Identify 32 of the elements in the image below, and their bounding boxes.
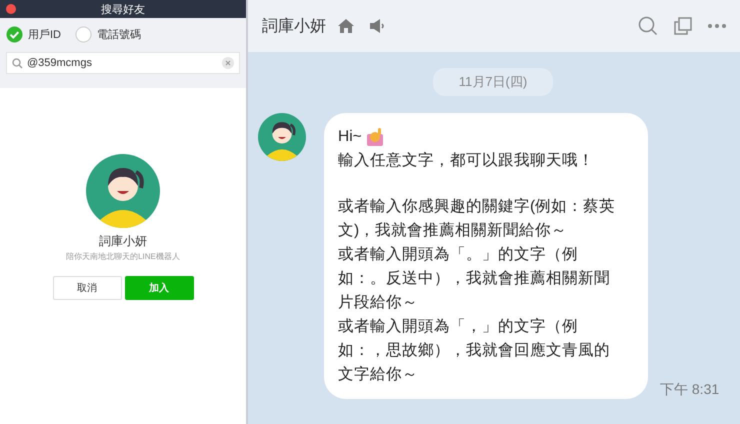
- search-icon[interactable]: [638, 16, 658, 36]
- checked-radio-icon: [6, 26, 23, 43]
- contact-name: 詞庫小妍: [99, 233, 147, 250]
- copy-icon[interactable]: [674, 17, 692, 35]
- chat-title: 詞庫小妍: [262, 16, 326, 36]
- avatar-drawing: [258, 113, 306, 161]
- date-pill: 11月7日(四): [432, 68, 554, 96]
- clear-icon[interactable]: [222, 57, 234, 69]
- search-field[interactable]: @359mcmgs: [6, 52, 240, 74]
- unchecked-radio-icon: [75, 26, 92, 43]
- home-icon[interactable]: [338, 19, 354, 33]
- message-text: 輸入任意文字，都可以跟我聊天哦！: [338, 150, 595, 171]
- radio-option[interactable]: 電話號碼: [75, 26, 141, 43]
- message-text: 如：。反送中），我就會推薦相關新聞: [338, 269, 611, 289]
- more-icon[interactable]: [708, 24, 726, 28]
- contact-description: 陪你天南地北聊天的LINE機器人: [66, 251, 180, 262]
- message-text: 如：，思故鄉），我就會回應文青風的: [338, 341, 611, 361]
- cancel-button[interactable]: 取消: [52, 276, 122, 300]
- radio-option[interactable]: 用戶ID: [6, 26, 61, 43]
- emoji-icon: [366, 128, 383, 146]
- message-time: 下午 8:31: [660, 381, 720, 399]
- dialog-title: 搜尋好友: [101, 2, 145, 16]
- message-text: 文字給你～: [338, 364, 419, 385]
- message-text: Hi~: [338, 127, 362, 147]
- speaker-icon[interactable]: [370, 19, 386, 33]
- message-text: 或者輸入開頭為「。」的文字（例: [338, 244, 579, 265]
- message-text: 片段給你～: [338, 293, 419, 313]
- search-icon: [12, 58, 23, 69]
- message-text: 或者輸入開頭為「，」的文字（例: [338, 316, 579, 337]
- message-text: 或者輸入你感興趣的關鍵字(例如：蔡英: [338, 196, 616, 217]
- close-button[interactable]: [6, 4, 16, 14]
- message-text: 文)，我就會推薦相關新聞給你～: [338, 221, 568, 241]
